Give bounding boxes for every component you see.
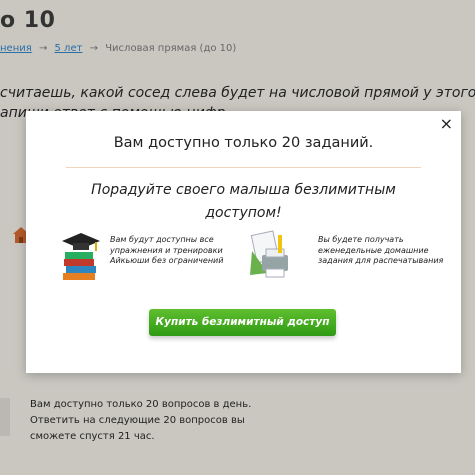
feature-homework-text: Вы будете получать еженедельные домашние… bbox=[318, 235, 444, 265]
limit-message: Вам доступно только 20 вопросов в день. … bbox=[30, 399, 252, 442]
feature-unlimited-text: Вам будут доступны все упражнения и трен… bbox=[110, 235, 224, 265]
buy-unlimited-button[interactable]: Купить безлимитный доступ bbox=[149, 309, 336, 336]
breadcrumb-arrow-icon: → bbox=[38, 43, 48, 54]
ticket-graphic bbox=[0, 398, 10, 436]
breadcrumb-link-section[interactable]: нения bbox=[0, 43, 32, 54]
modal-subtitle: Порадуйте своего малыша безлимитным дост… bbox=[91, 182, 396, 221]
limit-modal: × Вам доступно только 20 заданий. Пораду… bbox=[26, 111, 461, 373]
breadcrumb: нения → 5 лет → Числовая прямая (до 10) bbox=[0, 43, 236, 54]
breadcrumb-arrow-icon: → bbox=[89, 43, 99, 54]
breadcrumb-link-age[interactable]: 5 лет bbox=[55, 43, 83, 54]
printer-papers-icon bbox=[250, 230, 288, 278]
question-line: считаешь, какой сосед слева будет на чис… bbox=[0, 85, 475, 101]
graduation-books-icon bbox=[62, 233, 100, 280]
modal-title: Вам доступно только 20 заданий. bbox=[113, 135, 374, 151]
close-icon[interactable]: × bbox=[440, 115, 453, 133]
divider bbox=[66, 167, 421, 168]
page-title: о 10 bbox=[0, 8, 56, 33]
breadcrumb-current: Числовая прямая (до 10) bbox=[105, 43, 237, 54]
